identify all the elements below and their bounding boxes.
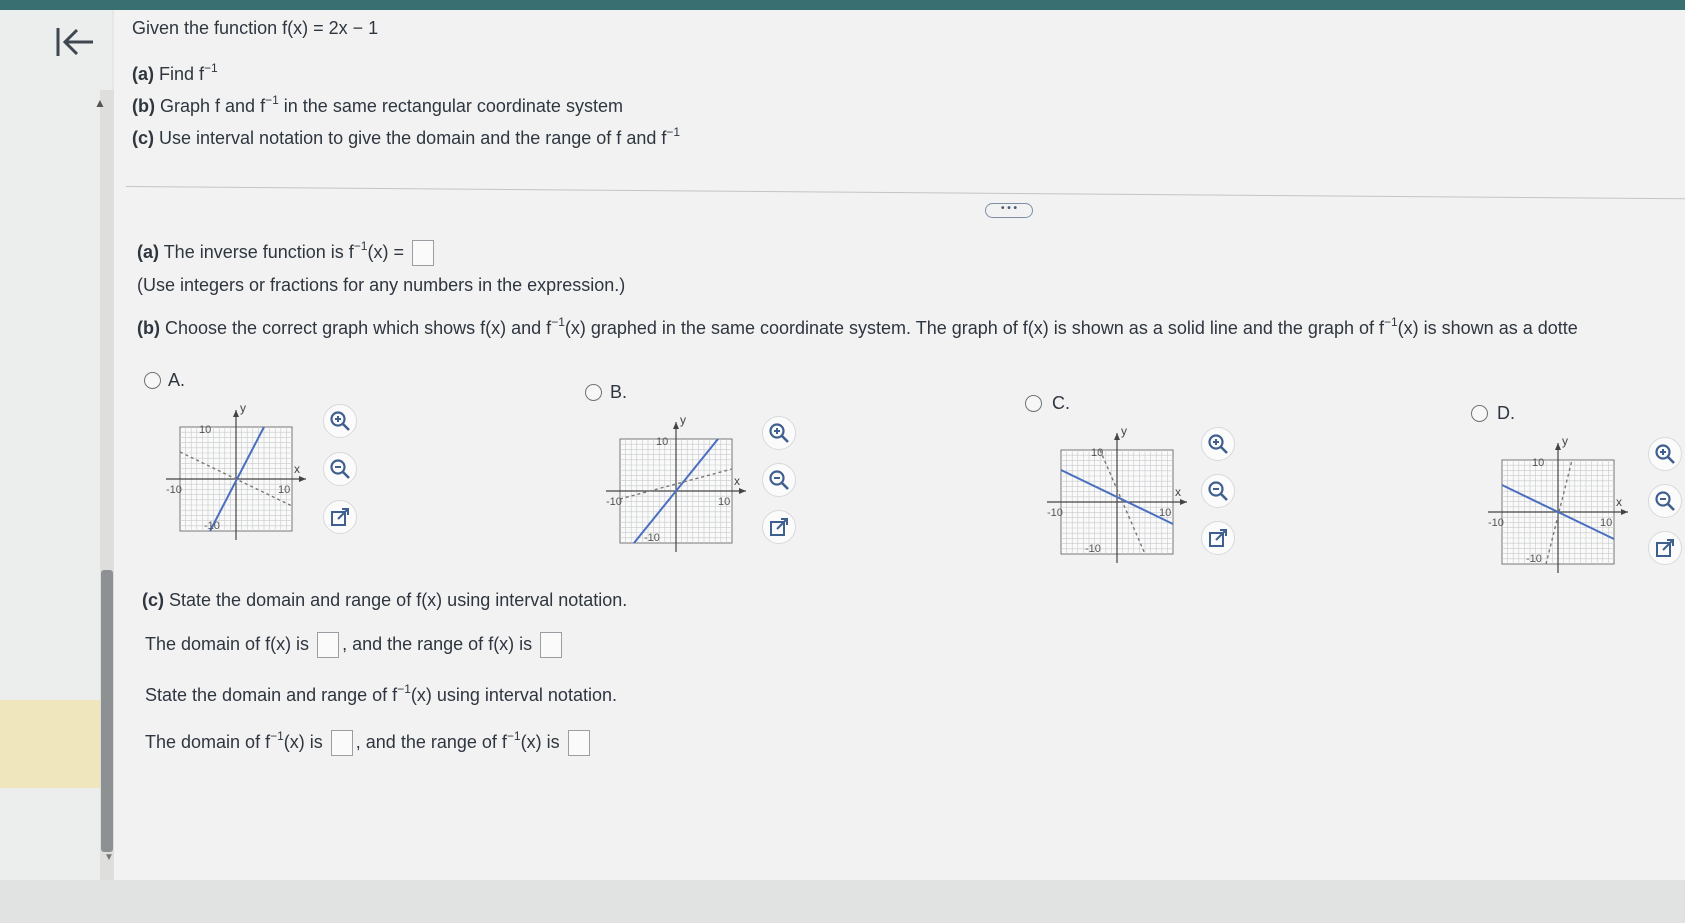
graph-option-c-y-min: -10 <box>1085 543 1101 555</box>
open-external-icon <box>331 508 349 526</box>
graph-option-c-x-label: x <box>1175 485 1181 499</box>
option-b-popout-button[interactable] <box>762 510 796 544</box>
zoom-out-icon <box>1655 491 1675 511</box>
question-highlight <box>0 700 100 788</box>
zoom-out-icon <box>769 470 789 490</box>
zoom-out-icon <box>1208 481 1228 501</box>
graph-option-d-x-min: -10 <box>1488 517 1504 529</box>
question-part-c: (c) Use interval notation to give the do… <box>132 125 681 148</box>
graph-option-b-x-max: 10 <box>718 496 730 508</box>
graph-option-c-x-max: 10 <box>1159 507 1171 519</box>
range-inverse-input[interactable] <box>567 730 590 756</box>
option-b-radio[interactable] <box>585 384 602 401</box>
option-a-zoom-in-button[interactable] <box>323 404 357 438</box>
option-d-zoom-in-button[interactable] <box>1648 437 1682 471</box>
answer-part-c: (c) State the domain and range of f(x) u… <box>142 590 628 610</box>
graph-option-c-y-label: y <box>1121 424 1127 438</box>
graph-option-b-x-label: x <box>734 474 740 488</box>
option-b-label: B. <box>610 382 628 402</box>
zoom-in-icon <box>769 423 789 443</box>
zoom-out-icon <box>330 459 350 479</box>
graph-option-d-x-label: x <box>1616 495 1622 509</box>
graph-option-a-y-min: -10 <box>204 520 220 532</box>
domain-f-input[interactable] <box>317 632 340 658</box>
scroll-down-icon[interactable]: ▼ <box>104 852 114 863</box>
question-intro: Given the function f(x) = 2x − 1 <box>132 18 379 38</box>
graph-option-a-y-label: y <box>240 401 246 415</box>
answer-a-hint: (Use integers or fractions for any numbe… <box>137 275 626 295</box>
graph-option-c-x-min: -10 <box>1047 507 1063 519</box>
option-c-zoom-in-button[interactable] <box>1201 427 1235 461</box>
graph-option-b-y-label: y <box>680 413 686 427</box>
scroll-up-icon[interactable]: ▲ <box>94 96 106 110</box>
zoom-in-icon <box>330 411 350 431</box>
option-d-popout-button[interactable] <box>1648 531 1682 565</box>
option-b-zoom-in-button[interactable] <box>762 416 796 450</box>
graph-option-b-x-min: -10 <box>606 496 622 508</box>
option-c-popout-button[interactable] <box>1201 521 1235 555</box>
option-d-label: D. <box>1497 403 1515 423</box>
option-c-zoom-out-button[interactable] <box>1201 474 1235 508</box>
graph-option-c[interactable]: y x 10 10 -10 -10 <box>1047 423 1197 563</box>
graph-option-a[interactable]: y x 10 10 -10 -10 <box>166 400 316 540</box>
option-a-zoom-out-button[interactable] <box>323 452 357 486</box>
open-external-icon <box>770 518 788 536</box>
zoom-in-icon <box>1208 434 1228 454</box>
option-c-label: C. <box>1052 393 1070 413</box>
graph-option-d-y-max: 10 <box>1532 457 1544 469</box>
question-part-a: (a) Find f−1 <box>132 61 218 84</box>
question-part-b: (b) Graph f and f−1 in the same rectangu… <box>132 93 623 116</box>
graph-option-d-y-min: -10 <box>1526 553 1542 565</box>
graph-option-d-x-max: 10 <box>1600 517 1612 529</box>
top-strip <box>0 0 1685 10</box>
answer-part-a: (a) The inverse function is f−1(x) = <box>137 239 437 266</box>
open-external-icon <box>1656 539 1674 557</box>
graph-option-d[interactable]: y x 10 10 -10 -10 <box>1488 433 1638 573</box>
back-to-start-icon[interactable] <box>55 22 99 66</box>
answer-part-b: (b) Choose the correct graph which shows… <box>137 315 1578 338</box>
inverse-function-input[interactable] <box>412 240 434 266</box>
graph-option-c-y-max: 10 <box>1091 447 1103 459</box>
bottom-band <box>0 880 1685 923</box>
zoom-in-icon <box>1655 444 1675 464</box>
domain-range-inverse-row: The domain of f−1(x) is , and the range … <box>145 729 593 756</box>
graph-option-a-x-max: 10 <box>278 484 290 496</box>
more-button[interactable]: • • • <box>985 203 1033 218</box>
option-c-radio[interactable] <box>1025 395 1042 412</box>
domain-range-f-row: The domain of f(x) is , and the range of… <box>145 632 565 658</box>
option-a-label: A. <box>168 370 186 390</box>
range-f-input[interactable] <box>540 632 563 658</box>
graph-option-d-y-label: y <box>1562 434 1568 448</box>
option-a-radio[interactable] <box>144 372 161 389</box>
domain-inverse-input[interactable] <box>330 730 353 756</box>
graph-option-a-x-label: x <box>294 462 300 476</box>
scrollbar-thumb[interactable] <box>101 570 113 852</box>
option-d-radio[interactable] <box>1471 405 1488 422</box>
option-a-popout-button[interactable] <box>323 500 357 534</box>
graph-option-b-y-max: 10 <box>656 436 668 448</box>
graph-option-b[interactable]: y x 10 10 -10 -10 <box>606 412 756 552</box>
option-d-zoom-out-button[interactable] <box>1648 484 1682 518</box>
graph-option-a-y-max: 10 <box>199 424 211 436</box>
graph-option-a-x-min: -10 <box>166 484 182 496</box>
open-external-icon <box>1209 529 1227 547</box>
inverse-domain-prompt: State the domain and range of f−1(x) usi… <box>145 682 617 705</box>
option-b-zoom-out-button[interactable] <box>762 463 796 497</box>
graph-option-b-y-min: -10 <box>644 532 660 544</box>
